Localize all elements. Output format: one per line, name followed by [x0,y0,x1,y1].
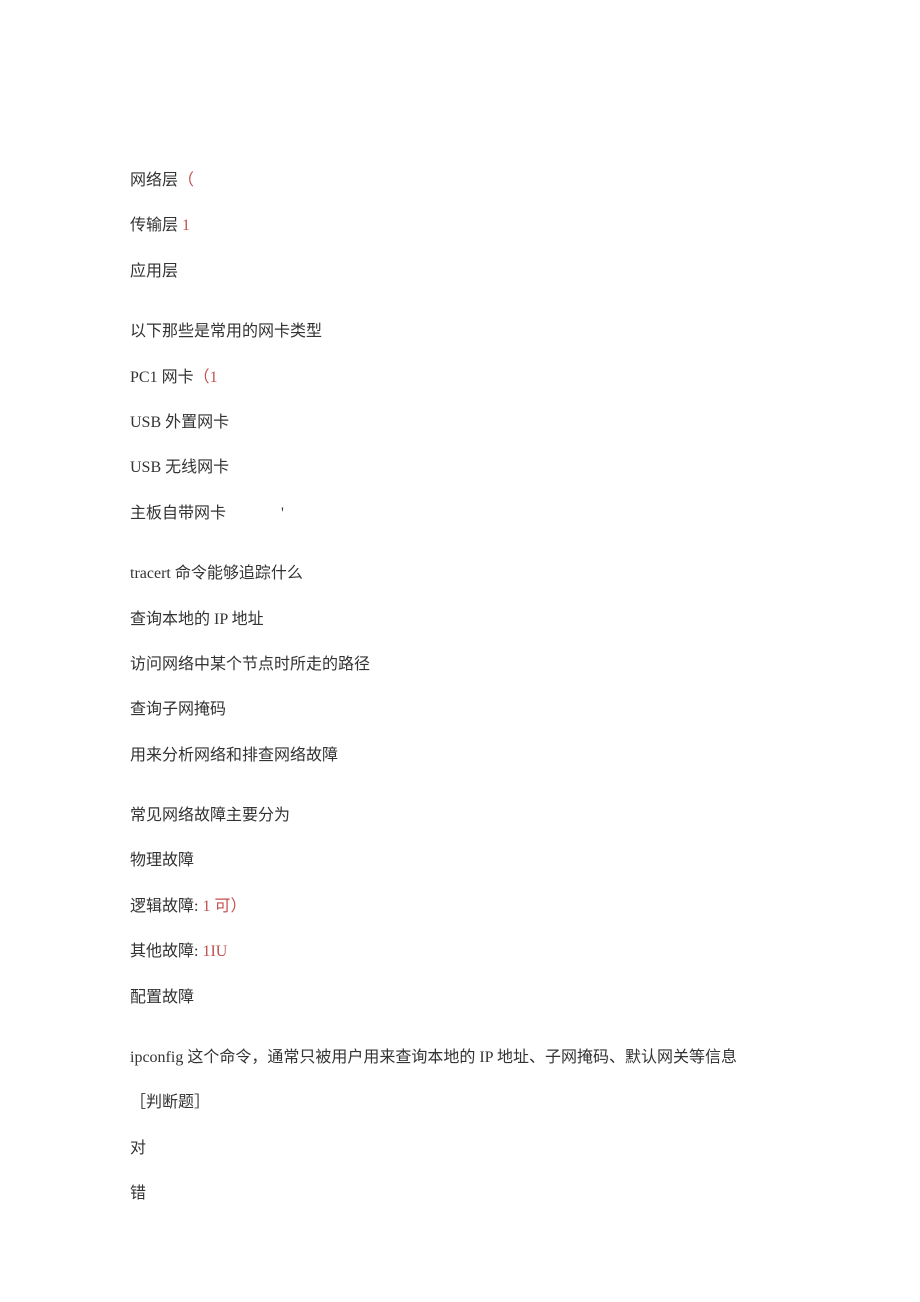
text: 传输层 [130,217,178,234]
text: USB 无线网卡 [130,459,229,476]
text: PC1 网卡 [130,369,194,386]
text-line: 网络层（ [130,170,790,192]
text: 用来分析网络和排查网络故障 [130,747,338,764]
option-line: 错 [130,1183,790,1205]
text: tracert 命令能够追踪什么 [130,565,303,582]
text-line: 传输层 1 [130,215,790,237]
document-page: 网络层（ 传输层 1 应用层 以下那些是常用的网卡类型 PC1 网卡（1 USB… [0,0,920,1206]
option-line: 用来分析网络和排查网络故障 [130,745,790,767]
text: 以下那些是常用的网卡类型 [130,323,322,340]
text: ［判断题］ [130,1094,210,1111]
option-line: PC1 网卡（1 [130,367,790,389]
option-line: USB 无线网卡 [130,457,790,479]
text: USB 外置网卡 [130,414,229,431]
red-text: 1IU [198,943,227,960]
option-line: 访问网络中某个节点时所走的路径 [130,654,790,676]
question-line: tracert 命令能够追踪什么 [130,563,790,585]
text: 主板自带网卡 [130,505,226,522]
option-line: 其他故障: 1IU [130,941,790,963]
text: 网络层 [130,172,178,189]
red-text: 1 可） [198,898,246,915]
option-line: 逻辑故障: 1 可） [130,896,790,918]
apostrophe: ' [281,503,284,525]
option-line: USB 外置网卡 [130,412,790,434]
text: ipconfig 这个命令，通常只被用户用来查询本地的 IP 地址、子网掩码、默… [130,1049,737,1066]
tag-line: ［判断题］ [130,1092,790,1114]
option-line: 查询子网掩码 [130,699,790,721]
text: 应用层 [130,263,178,280]
text: 逻辑故障: [130,898,198,915]
question-line: 以下那些是常用的网卡类型 [130,321,790,343]
text: 查询子网掩码 [130,701,226,718]
text: 对 [130,1140,146,1157]
text: 查询本地的 IP 地址 [130,611,264,628]
question-line: 常见网络故障主要分为 [130,805,790,827]
option-line: 主板自带网卡 ' [130,503,790,525]
text: 配置故障 [130,989,194,1006]
option-line: 物理故障 [130,850,790,872]
option-line: 配置故障 [130,987,790,1009]
question-line: ipconfig 这个命令，通常只被用户用来查询本地的 IP 地址、子网掩码、默… [130,1047,790,1069]
red-text: （ [178,172,194,189]
text: 常见网络故障主要分为 [130,807,290,824]
red-text: （1 [194,369,218,386]
text-line: 应用层 [130,261,790,283]
red-text: 1 [178,217,190,234]
option-line: 查询本地的 IP 地址 [130,609,790,631]
option-line: 对 [130,1138,790,1160]
text: 错 [130,1185,146,1202]
text: 物理故障 [130,852,194,869]
text: 访问网络中某个节点时所走的路径 [130,656,370,673]
text: 其他故障: [130,943,198,960]
